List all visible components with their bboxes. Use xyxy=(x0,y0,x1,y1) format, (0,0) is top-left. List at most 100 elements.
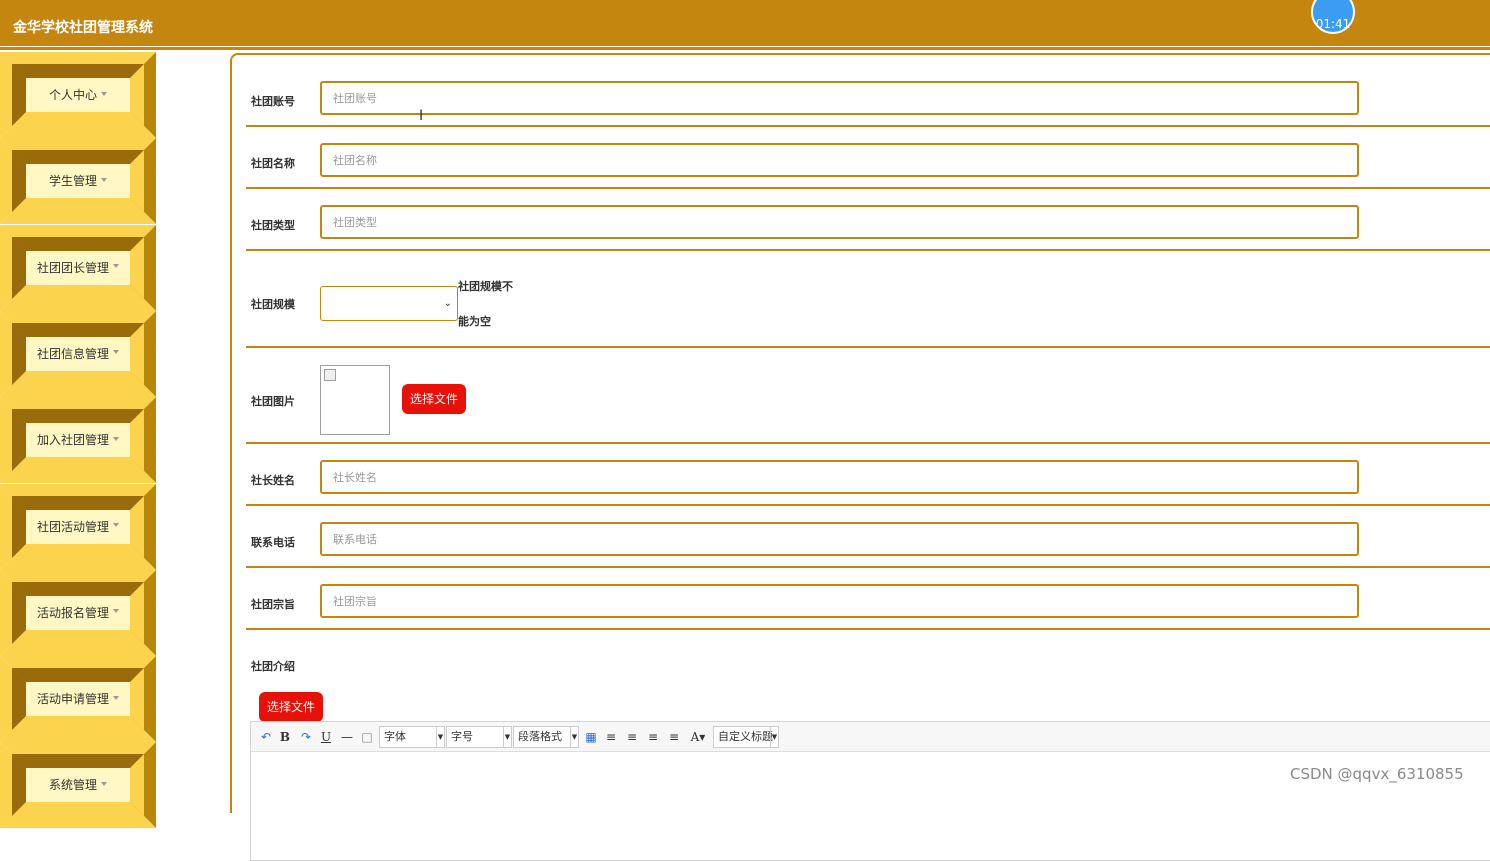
sidebar-item-label: 个人中心 xyxy=(48,88,97,102)
caret-down-icon: ▼ xyxy=(770,727,778,747)
font-size-select[interactable]: 字号 ▼ xyxy=(446,726,512,748)
sidebar-menu-button[interactable]: 社团活动管理 xyxy=(26,509,130,544)
name-input[interactable] xyxy=(320,143,1359,177)
form-row-type: 社团类型 xyxy=(246,189,1490,251)
form-row-purpose: 社团宗旨 xyxy=(246,568,1490,630)
sidebar-menu-button[interactable]: 系统管理 xyxy=(26,768,130,803)
intro-label: 社团介绍 xyxy=(251,660,295,673)
table-icon[interactable]: ▦ xyxy=(584,728,598,746)
phone-input[interactable] xyxy=(320,522,1359,556)
font-family-select[interactable]: 字体 ▼ xyxy=(379,726,445,748)
caret-down-icon xyxy=(113,350,119,355)
font-family-value: 字体 xyxy=(384,730,406,743)
sidebar: 个人中心学生管理社团团长管理 社团信息管理 加入社团管理 社团活动管理 活动报名管理 活动… xyxy=(0,52,160,829)
scale-warning-line2: 能为空 xyxy=(458,315,491,328)
sidebar-menu-button[interactable]: 社团团长管理 xyxy=(26,250,130,285)
redo-icon[interactable]: ↷ xyxy=(299,728,313,746)
sidebar-menu-button[interactable]: 社团信息管理 xyxy=(26,336,130,371)
sidebar-item-label: 加入社团管理 xyxy=(36,433,109,448)
sidebar-menu-item[interactable]: 系统管理 xyxy=(0,742,156,829)
scale-warning-line1: 社团规模不 xyxy=(458,280,513,293)
caret-down-icon xyxy=(101,781,107,786)
sidebar-item-label: 活动报名管理 xyxy=(36,605,109,620)
broken-image-icon xyxy=(324,369,336,381)
caret-down-icon xyxy=(113,695,119,700)
app-title: 金华学校社团管理系统 xyxy=(13,20,153,36)
form-row-account: 社团账号 xyxy=(246,55,1490,127)
caret-down-icon xyxy=(113,264,119,269)
caret-down-icon: ▼ xyxy=(436,727,444,747)
caret-down-icon xyxy=(113,436,119,441)
name-label: 社团名称 xyxy=(251,157,295,170)
image-upload-button[interactable]: 选择文件 xyxy=(402,384,467,414)
chevron-down-icon: ⌄ xyxy=(443,298,452,309)
custom-title-value: 自定义标题 xyxy=(718,730,773,743)
account-input[interactable] xyxy=(320,81,1359,115)
sidebar-menu-item[interactable]: 学生管理 xyxy=(0,138,156,225)
image-label: 社团图片 xyxy=(251,395,295,408)
purpose-input[interactable] xyxy=(320,584,1359,618)
paragraph-select[interactable]: 段落格式 ▼ xyxy=(513,726,579,748)
bold-icon[interactable]: B xyxy=(279,728,291,746)
sidebar-menu-button[interactable]: 活动报名管理 xyxy=(26,595,130,630)
phone-label: 联系电话 xyxy=(251,536,295,549)
type-input[interactable] xyxy=(320,205,1359,239)
sidebar-item-label: 社团活动管理 xyxy=(36,519,109,534)
top-header: 金华学校社团管理系统 01:41 xyxy=(0,0,1490,46)
horizontal-rule-icon[interactable]: — xyxy=(340,728,354,746)
caret-down-icon xyxy=(113,523,119,527)
sidebar-menu-button[interactable]: 加入社团管理 xyxy=(26,423,130,458)
sidebar-menu-item[interactable]: 活动报名管理 xyxy=(0,569,156,656)
account-label: 社团账号 xyxy=(251,95,295,108)
type-label: 社团类型 xyxy=(251,219,295,232)
caret-down-icon: ▼ xyxy=(570,727,578,747)
watermark: CSDN @qqvx_6310855 xyxy=(1290,765,1464,783)
clock-badge: 01:41 xyxy=(1311,0,1355,34)
purpose-label: 社团宗旨 xyxy=(251,598,295,611)
sidebar-item-label: 社团团长管理 xyxy=(36,260,109,275)
text-cursor-icon: I xyxy=(419,108,424,124)
caret-down-icon xyxy=(113,609,119,614)
align-left-icon[interactable]: ≡ xyxy=(604,728,618,746)
form-row-leader: 社长姓名 xyxy=(246,444,1490,506)
font-color-icon[interactable]: A▾ xyxy=(688,728,708,746)
sidebar-item-label: 学生管理 xyxy=(48,174,97,189)
intro-upload-button[interactable]: 选择文件 xyxy=(259,692,324,722)
paragraph-value: 段落格式 xyxy=(518,730,562,743)
justify-icon[interactable]: ≡ xyxy=(667,728,681,746)
editor-toolbar: ↶ B ↷ U — □ 字体 ▼ 字号 ▼ 段落格式 ▼ ▦ ≡ ≡ ≡ ≡ A… xyxy=(251,722,1490,752)
scale-label: 社团规模 xyxy=(251,298,295,311)
undo-icon[interactable]: ↶ xyxy=(259,728,273,746)
sidebar-menu-item[interactable]: 社团信息管理 xyxy=(0,310,156,397)
form-row-name: 社团名称 xyxy=(246,127,1490,189)
main-panel: 社团账号 社团名称 社团类型 社团规模 ⌄ 社团规模不 能为空 社团图片 选择文… xyxy=(230,53,1490,861)
sidebar-menu-item[interactable]: 个人中心 xyxy=(0,52,156,138)
form-row-image: 社团图片 选择文件 xyxy=(246,348,1490,444)
rich-text-editor[interactable]: ↶ B ↷ U — □ 字体 ▼ 字号 ▼ 段落格式 ▼ ▦ ≡ ≡ ≡ ≡ A… xyxy=(250,721,1490,861)
custom-title-select[interactable]: 自定义标题 ▼ xyxy=(713,726,779,748)
align-right-icon[interactable]: ≡ xyxy=(625,728,639,746)
clock-time: 01:41 xyxy=(1315,17,1351,31)
sidebar-menu-item[interactable]: 社团团长管理 xyxy=(0,224,156,311)
sidebar-menu-item[interactable]: 活动申请管理 xyxy=(0,656,156,743)
sidebar-menu-button[interactable]: 活动申请管理 xyxy=(26,682,130,717)
sidebar-menu-button[interactable]: 个人中心 xyxy=(26,78,130,112)
sidebar-menu-button[interactable]: 学生管理 xyxy=(26,164,130,199)
page-icon[interactable]: □ xyxy=(361,728,373,746)
font-size-value: 字号 xyxy=(451,730,473,743)
sidebar-item-label: 社团信息管理 xyxy=(36,346,109,361)
caret-down-icon: ▼ xyxy=(503,727,511,747)
sidebar-item-label: 活动申请管理 xyxy=(36,692,109,707)
image-preview xyxy=(320,365,390,435)
leader-label: 社长姓名 xyxy=(251,474,295,487)
sidebar-menu-item[interactable]: 加入社团管理 xyxy=(0,397,156,484)
sidebar-item-label: 系统管理 xyxy=(48,778,97,793)
align-center-icon[interactable]: ≡ xyxy=(646,728,660,746)
underline-icon[interactable]: U xyxy=(320,728,332,746)
scale-select[interactable]: ⌄ xyxy=(320,286,458,321)
sidebar-menu-item[interactable]: 社团活动管理 xyxy=(0,483,156,570)
form-row-scale: 社团规模 ⌄ 社团规模不 能为空 xyxy=(246,251,1490,348)
header-divider xyxy=(0,47,1490,50)
caret-down-icon xyxy=(101,91,107,96)
leader-input[interactable] xyxy=(320,460,1359,494)
